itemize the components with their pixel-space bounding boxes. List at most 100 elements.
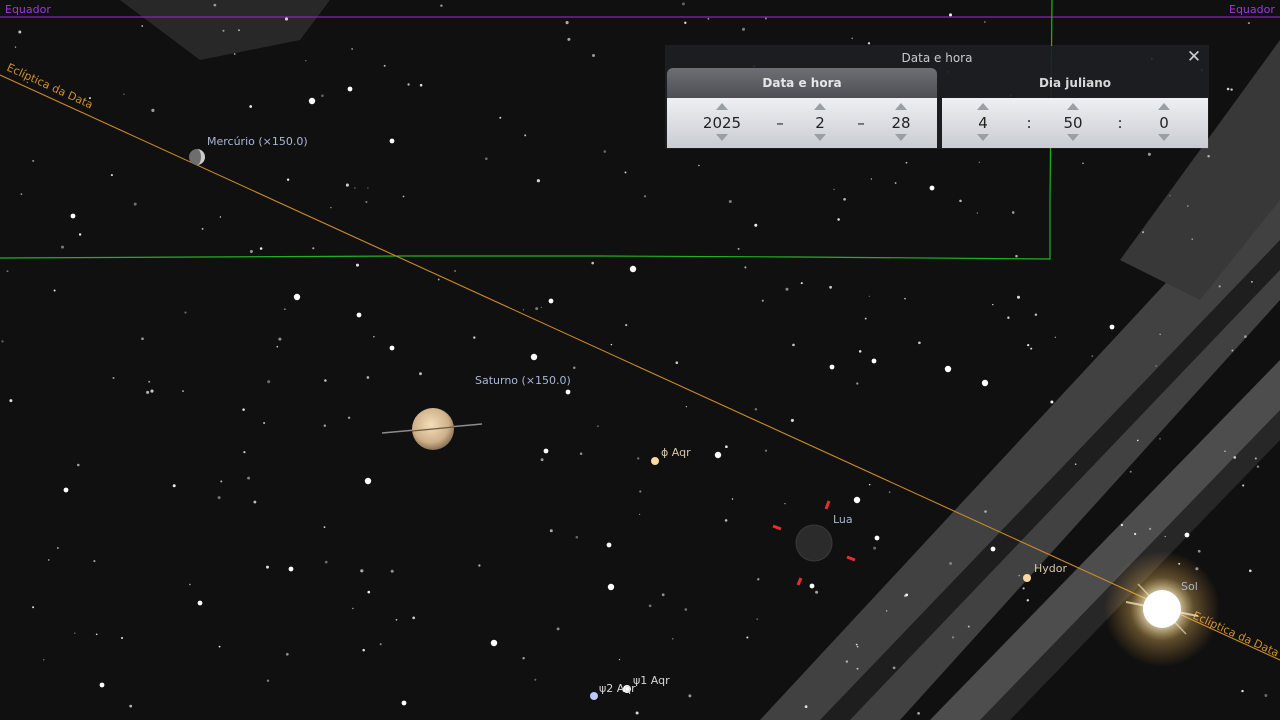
day-spinbox[interactable]: 28: [881, 98, 921, 148]
star: [129, 704, 133, 708]
star: [784, 502, 786, 505]
star: [724, 519, 728, 522]
star: [638, 513, 641, 516]
star: [698, 164, 700, 167]
star: [681, 2, 685, 6]
ecliptic-label-left: Eclíptica da Data: [5, 61, 95, 112]
star: [804, 705, 808, 709]
star: [870, 178, 873, 180]
star: [53, 289, 56, 292]
day-up-arrow-icon[interactable]: [895, 103, 907, 110]
star: [951, 636, 955, 639]
star: [219, 216, 222, 218]
star: [172, 484, 176, 488]
star: [685, 406, 688, 408]
star: [141, 337, 144, 341]
saturn-planet[interactable]: [381, 408, 483, 450]
star: [851, 37, 853, 40]
star: [247, 476, 251, 480]
star: [146, 390, 150, 394]
month-value[interactable]: 2: [800, 115, 840, 132]
hydor-star[interactable]: [1023, 574, 1031, 582]
star: [843, 197, 846, 201]
minute-up-arrow-icon[interactable]: [1067, 103, 1079, 110]
minute-value[interactable]: 50: [1053, 115, 1093, 132]
date-time-dialog[interactable]: Data e hora ✕ Data e hora Dia juliano 20…: [666, 46, 1208, 148]
year-spinbox[interactable]: 2025: [697, 98, 747, 148]
star: [853, 496, 861, 504]
star: [1054, 336, 1056, 338]
second-up-arrow-icon[interactable]: [1158, 103, 1170, 110]
star: [43, 659, 45, 661]
star: [1169, 195, 1171, 197]
star: [904, 297, 906, 300]
sun[interactable]: [1104, 551, 1220, 667]
star: [278, 337, 282, 341]
star: [1264, 693, 1268, 698]
star: [321, 94, 324, 97]
day-down-arrow-icon[interactable]: [895, 134, 907, 141]
star: [905, 593, 909, 597]
star: [1241, 689, 1244, 693]
star: [395, 618, 398, 621]
star: [741, 27, 746, 31]
year-down-arrow-icon[interactable]: [716, 134, 728, 141]
star: [1247, 22, 1250, 25]
equator-label-left: Equador: [5, 3, 51, 16]
second-down-arrow-icon[interactable]: [1158, 134, 1170, 141]
hour-down-arrow-icon[interactable]: [977, 134, 989, 141]
star: [792, 343, 795, 347]
star: [976, 212, 979, 214]
minute-down-arrow-icon[interactable]: [1067, 134, 1079, 141]
star: [284, 17, 289, 21]
close-icon[interactable]: ✕: [1184, 47, 1204, 67]
date-separator: –: [776, 114, 784, 132]
month-spinbox[interactable]: 2: [800, 98, 840, 148]
star: [356, 312, 362, 318]
star: [1164, 535, 1166, 538]
star: [367, 590, 371, 594]
star: [575, 535, 579, 539]
tab-julian-day[interactable]: Dia juliano: [942, 68, 1208, 98]
star: [629, 265, 637, 273]
star: [222, 29, 225, 32]
star: [1184, 532, 1190, 538]
star: [389, 138, 395, 144]
star: [785, 287, 789, 291]
day-value[interactable]: 28: [881, 115, 921, 132]
star: [757, 578, 760, 581]
month-down-arrow-icon[interactable]: [814, 134, 826, 141]
year-value[interactable]: 2025: [697, 115, 747, 132]
star: [737, 247, 740, 250]
tab-date-time[interactable]: Data e hora: [667, 68, 937, 98]
star: [390, 569, 394, 573]
star: [249, 105, 253, 108]
star: [871, 358, 877, 364]
hour-value[interactable]: 4: [963, 115, 1003, 132]
star: [684, 608, 688, 611]
phi-aqr-star[interactable]: [651, 457, 659, 465]
star: [944, 365, 952, 373]
star: [894, 182, 897, 184]
star: [367, 187, 369, 189]
star: [1136, 439, 1139, 442]
minute-spinbox[interactable]: 50: [1053, 98, 1093, 148]
star: [1231, 349, 1234, 352]
star: [874, 535, 880, 541]
year-up-arrow-icon[interactable]: [716, 103, 728, 110]
psi2-aqr-star[interactable]: [590, 692, 598, 700]
star: [1207, 154, 1210, 158]
star: [347, 416, 351, 419]
star: [242, 408, 245, 411]
star: [756, 618, 759, 621]
star: [1147, 152, 1151, 156]
star: [1109, 324, 1115, 330]
second-spinbox[interactable]: 0: [1144, 98, 1184, 148]
time-separator: :: [1117, 114, 1123, 132]
month-up-arrow-icon[interactable]: [814, 103, 826, 110]
hour-spinbox[interactable]: 4: [963, 98, 1003, 148]
star: [1242, 484, 1245, 487]
second-value[interactable]: 0: [1144, 115, 1184, 132]
hour-up-arrow-icon[interactable]: [977, 103, 989, 110]
star: [671, 638, 674, 640]
